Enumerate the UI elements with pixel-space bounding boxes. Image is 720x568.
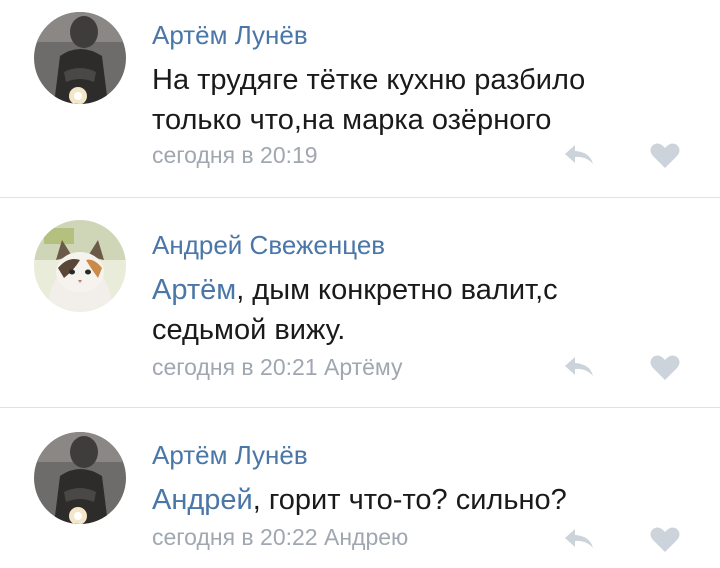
avatar[interactable] [34, 220, 126, 312]
comment-meta: сегодня в 20:21 Артёму [152, 354, 403, 381]
comment-text: Андрей, горит что-то? сильно? [152, 480, 672, 520]
heart-icon[interactable] [650, 354, 680, 381]
reply-to-link[interactable]: Андрею [324, 524, 408, 550]
comment-body: На трудяге тётке кухню разбило только чт… [152, 64, 586, 136]
comment-time: сегодня в 20:19 [152, 142, 318, 168]
reply-icon[interactable] [562, 354, 596, 380]
comment-text: Артём, дым конкретно валит,с седьмой виж… [152, 270, 672, 350]
comment-body: , горит что-то? сильно? [252, 484, 567, 516]
comment-meta: сегодня в 20:19 [152, 142, 318, 169]
avatar[interactable] [34, 432, 126, 524]
avatar[interactable] [34, 12, 126, 104]
comment-item: Артём Лунёв На трудяге тётке кухню разби… [0, 0, 720, 198]
comment-text: На трудяге тётке кухню разбило только чт… [152, 60, 672, 140]
reply-icon[interactable] [562, 526, 596, 552]
comment-meta: сегодня в 20:22 Андрею [152, 524, 408, 551]
comment-item: Артём Лунёв Андрей, горит что-то? сильно… [0, 408, 720, 568]
reply-to-link[interactable]: Артёму [324, 354, 403, 380]
mention-link[interactable]: Артём [152, 274, 236, 306]
heart-icon[interactable] [650, 526, 680, 553]
comment-item: Андрей Свеженцев Артём, дым конкретно ва… [0, 198, 720, 408]
comment-author[interactable]: Андрей Свеженцев [152, 230, 385, 261]
comment-author[interactable]: Артём Лунёв [152, 440, 308, 471]
mention-link[interactable]: Андрей [152, 484, 253, 516]
heart-icon[interactable] [650, 142, 680, 169]
comment-time: сегодня в 20:21 [152, 354, 318, 380]
comment-author[interactable]: Артём Лунёв [152, 20, 308, 51]
comment-time: сегодня в 20:22 [152, 524, 318, 550]
reply-icon[interactable] [562, 142, 596, 168]
